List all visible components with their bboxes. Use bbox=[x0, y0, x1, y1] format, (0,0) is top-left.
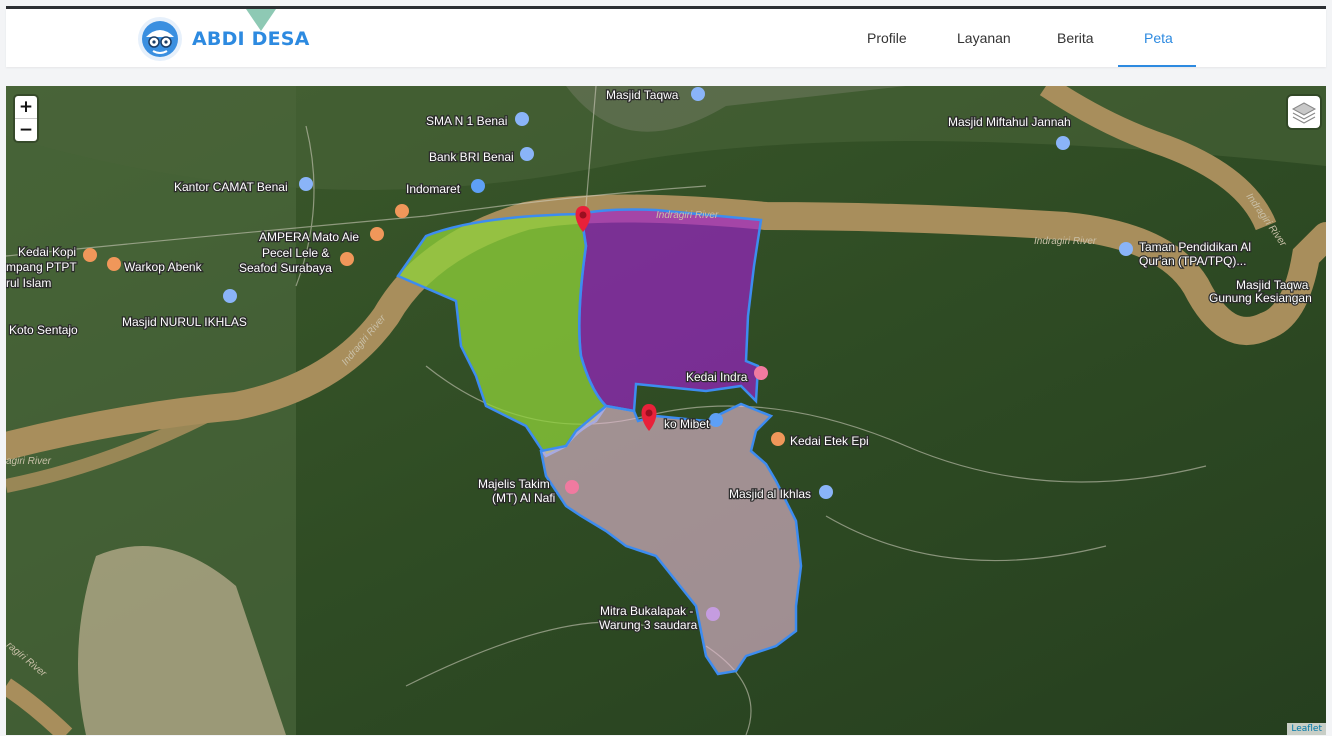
satellite-map[interactable]: Masjid Taqwa SMA N 1 Benai Bank BRI Bena… bbox=[6, 86, 1326, 735]
label-sma: SMA N 1 Benai bbox=[426, 114, 507, 128]
nav-peta[interactable]: Peta bbox=[1144, 30, 1173, 46]
label-mt-al-nafi: (MT) Al Nafi bbox=[492, 491, 555, 505]
label-warkop: Warkop Abenk bbox=[124, 260, 203, 274]
nav-berita[interactable]: Berita bbox=[1057, 30, 1094, 46]
label-ampera: AMPERA Mato Aie bbox=[259, 230, 359, 244]
label-kedai-etek: Kedai Etek Epi bbox=[790, 434, 869, 448]
nav-profile[interactable]: Profile bbox=[867, 30, 907, 46]
label-kantor-camat: Kantor CAMAT Benai bbox=[174, 180, 288, 194]
label-indomaret: Indomaret bbox=[406, 182, 461, 196]
river-label-2: Indragiri River bbox=[1034, 236, 1097, 247]
label-koto-sentajo: Koto Sentajo bbox=[9, 323, 78, 337]
label-majelis: Majelis Takim bbox=[478, 477, 550, 491]
layers-icon bbox=[1291, 102, 1317, 124]
zoom-out-button[interactable]: − bbox=[15, 119, 37, 141]
river-label-4: agiri River bbox=[6, 456, 52, 467]
label-masjid-nurul: Masjid NURUL IKHLAS bbox=[122, 315, 247, 329]
brand-name[interactable]: ABDI DESA bbox=[192, 28, 310, 50]
label-mpang: mpang PTPT bbox=[6, 260, 77, 274]
mascot-logo-icon bbox=[142, 21, 178, 57]
leaflet-attribution[interactable]: Leaflet bbox=[1287, 723, 1326, 735]
label-kedai-kopi: Kedai Kopi bbox=[18, 245, 76, 259]
zoom-control: + − bbox=[15, 96, 37, 141]
label-gunung-kesiangan: Gunung Kesiangan bbox=[1209, 291, 1312, 305]
label-masjid-miftahul: Masjid Miftahul Jannah bbox=[948, 115, 1071, 129]
layers-button[interactable] bbox=[1288, 96, 1320, 128]
label-rul-islam: rul Islam bbox=[6, 276, 51, 290]
label-mitra-bukalapak: Mitra Bukalapak - bbox=[600, 604, 693, 618]
label-bank-bri: Bank BRI Benai bbox=[429, 150, 514, 164]
label-quran: Qur'an (TPA/TPQ)... bbox=[1139, 254, 1246, 268]
label-seafood: Seafod Surabaya bbox=[239, 261, 332, 275]
label-masjid-taqwa: Masjid Taqwa bbox=[606, 88, 679, 102]
label-masjid-al-ikhlas: Masjid al Ikhlas bbox=[729, 487, 811, 501]
label-toko-mibet: ko Mibet bbox=[664, 417, 710, 431]
site-header: ABDI DESA Profile Layanan Berita Peta bbox=[6, 9, 1326, 67]
label-taman-pendidikan: Taman Pendidikan Al bbox=[1139, 240, 1251, 254]
active-tab-indicator bbox=[1118, 65, 1196, 67]
label-masjid-taqwa-2: Masjid Taqwa bbox=[1236, 278, 1309, 292]
label-warung: Warung 3 saudara bbox=[599, 618, 698, 632]
abdi-desa-logo[interactable] bbox=[138, 17, 182, 61]
village-map[interactable]: Masjid Taqwa SMA N 1 Benai Bank BRI Bena… bbox=[6, 86, 1326, 735]
nav-layanan[interactable]: Layanan bbox=[957, 30, 1011, 46]
label-kedai-indra: Kedai Indra bbox=[686, 370, 748, 384]
zoom-in-button[interactable]: + bbox=[15, 96, 37, 119]
label-pecel-lele: Pecel Lele & bbox=[262, 246, 329, 260]
river-label-1: Indragiri River bbox=[656, 210, 719, 221]
